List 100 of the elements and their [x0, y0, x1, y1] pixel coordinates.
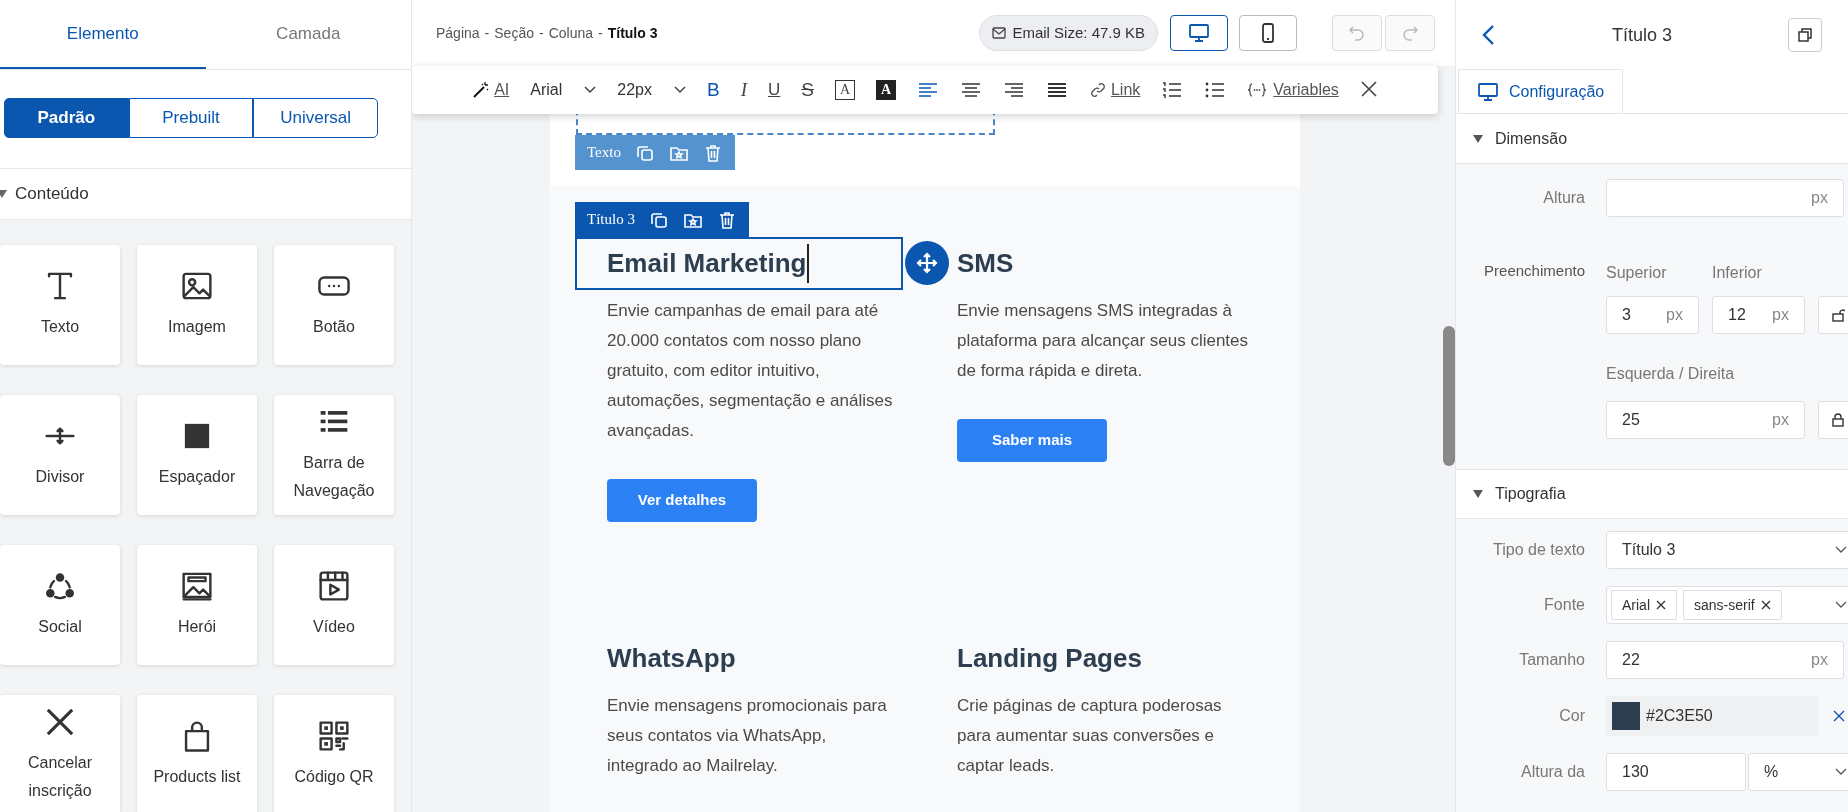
- link-icon: [1088, 81, 1107, 99]
- cta-button[interactable]: Saber mais: [957, 419, 1107, 462]
- breadcrumb-item: Título 3: [607, 23, 658, 43]
- body-text: Crie páginas de captura poderosas para aumentar suas conversões e captar leads.: [956, 695, 1223, 777]
- heading-text: WhatsApp: [607, 642, 736, 675]
- section-title: Tipografia: [1495, 484, 1566, 504]
- element-card[interactable]: Botão: [274, 245, 394, 365]
- input-field[interactable]: px: [1606, 179, 1844, 217]
- heading-text: Landing Pages: [957, 642, 1142, 675]
- link-button[interactable]: Link: [1088, 78, 1141, 102]
- ai-label: AI: [494, 80, 510, 100]
- element-card[interactable]: Products list: [137, 695, 257, 812]
- cta-button[interactable]: Ver detalhes: [607, 479, 757, 522]
- element-card[interactable]: Código QR: [274, 695, 394, 812]
- section-header[interactable]: Dimensão: [1456, 114, 1848, 164]
- dropdown[interactable]: 22px: [617, 78, 686, 102]
- element-card[interactable]: Barra de Navegação: [274, 395, 394, 515]
- field-label: Preenchimento: [1483, 261, 1585, 281]
- ai-button[interactable]: AI: [472, 78, 510, 102]
- device-button[interactable]: [1170, 15, 1228, 51]
- color-field[interactable]: #2C3E50: [1606, 696, 1818, 736]
- settings-tab[interactable]: Configuração: [1458, 69, 1624, 113]
- move-icon: [916, 252, 938, 274]
- underline-button[interactable]: U: [768, 77, 781, 103]
- body-text: Envie campanhas de email para até 20.000 contatos com nosso plano gratuito, com editor intuitivo, automações, segmentação e análises avançadas.: [606, 300, 894, 442]
- heading-text: SMS: [957, 247, 1014, 280]
- dropdown[interactable]: Arial: [530, 78, 597, 102]
- input-field[interactable]: 12 px: [1712, 296, 1805, 334]
- element-card[interactable]: Herói: [137, 545, 257, 665]
- text-color-button[interactable]: A: [834, 80, 855, 100]
- segment-button[interactable]: Padrão: [4, 98, 129, 138]
- element-tag: Texto: [587, 141, 621, 164]
- breadcrumb-item[interactable]: Coluna: [548, 22, 593, 44]
- section-header[interactable]: Conteúdo: [0, 168, 411, 220]
- section-title: Conteúdo: [15, 183, 89, 206]
- segment-button[interactable]: Universal: [253, 98, 378, 138]
- lock-button[interactable]: [1818, 296, 1848, 334]
- chevron-down-icon: [1835, 601, 1847, 609]
- italic-button[interactable]: I: [740, 75, 747, 105]
- input-field[interactable]: 3 px: [1606, 296, 1699, 334]
- lock-button[interactable]: [1818, 401, 1848, 439]
- font-chip[interactable]: sans-serif: [1683, 590, 1782, 620]
- input-field[interactable]: 25 px: [1606, 401, 1805, 439]
- body-text: Envie mensagens promocionais para seus contatos via WhatsApp, integrado ao Mailrelay.: [606, 695, 888, 777]
- element-card[interactable]: Social: [0, 545, 120, 665]
- section-header[interactable]: Tipografia: [1456, 469, 1848, 519]
- section-title: Dimensão: [1495, 128, 1568, 149]
- breadcrumb-separator: -: [598, 23, 603, 43]
- element-card[interactable]: Cancelar inscrição: [0, 695, 120, 812]
- element-label: Espaçador: [157, 467, 237, 487]
- element-label: Botão: [312, 317, 356, 337]
- dropdown[interactable]: %: [1748, 753, 1848, 791]
- element-label: Código QR: [293, 767, 375, 787]
- chevron-down-icon: [674, 86, 686, 94]
- chevron-down-icon: [1835, 546, 1847, 554]
- breadcrumb-item[interactable]: Página: [436, 22, 480, 44]
- input-field[interactable]: 22 px: [1606, 641, 1844, 679]
- scrollbar-thumb[interactable]: [1443, 326, 1455, 466]
- envelope-icon: [992, 27, 1007, 39]
- strikethrough-button[interactable]: S: [801, 75, 814, 105]
- field-label: Tipo de texto: [1492, 540, 1585, 560]
- element-card[interactable]: Imagem: [137, 245, 257, 365]
- panel-title: Título 3: [1611, 23, 1673, 47]
- magic-wand-icon: [472, 81, 491, 99]
- segment-button[interactable]: Prebuilt: [128, 98, 254, 138]
- breadcrumb-item[interactable]: Seção: [494, 22, 534, 44]
- heading-text: Email Marketing: [607, 244, 810, 283]
- caret-icon: [1473, 134, 1483, 143]
- desktop-icon: [1188, 22, 1210, 44]
- redo-icon: [1400, 23, 1420, 43]
- breadcrumb-separator: -: [484, 23, 490, 43]
- lock-icon: [1831, 413, 1845, 427]
- element-label: Social: [37, 617, 83, 637]
- variables-button[interactable]: Variables: [1247, 78, 1339, 102]
- dropdown[interactable]: Título 3: [1606, 531, 1848, 569]
- element-card[interactable]: Espaçador: [137, 395, 257, 515]
- highlight-button[interactable]: A: [875, 80, 896, 100]
- element-label: Divisor: [34, 467, 86, 487]
- chevron-down-icon: [1835, 768, 1847, 776]
- font-chip[interactable]: Arial: [1611, 590, 1677, 620]
- breadcrumb-separator: -: [538, 23, 544, 43]
- clear-icon: [1833, 710, 1845, 722]
- bold-button[interactable]: B: [707, 75, 720, 105]
- input-field[interactable]: 130: [1606, 753, 1746, 791]
- copy-icon: [1797, 27, 1813, 43]
- element-card[interactable]: Vídeo: [274, 545, 394, 665]
- element-card[interactable]: Texto: [0, 245, 120, 365]
- back-icon: [1482, 24, 1496, 46]
- email-size-text: Email Size: 47.9 KB: [1012, 22, 1145, 43]
- field-label: Cor: [1558, 706, 1585, 726]
- video-icon: [317, 569, 351, 603]
- move-handle[interactable]: [905, 241, 949, 285]
- duplicate-button[interactable]: [1788, 18, 1822, 52]
- panel-tab[interactable]: Camada: [205, 0, 411, 69]
- element-card[interactable]: Divisor: [0, 395, 120, 515]
- multi-select[interactable]: Arial sans-serif: [1606, 586, 1848, 624]
- variables-label: Variables: [1273, 80, 1339, 100]
- device-button[interactable]: [1239, 15, 1297, 51]
- element-label: Texto: [39, 317, 81, 337]
- element-label: Herói: [176, 617, 218, 637]
